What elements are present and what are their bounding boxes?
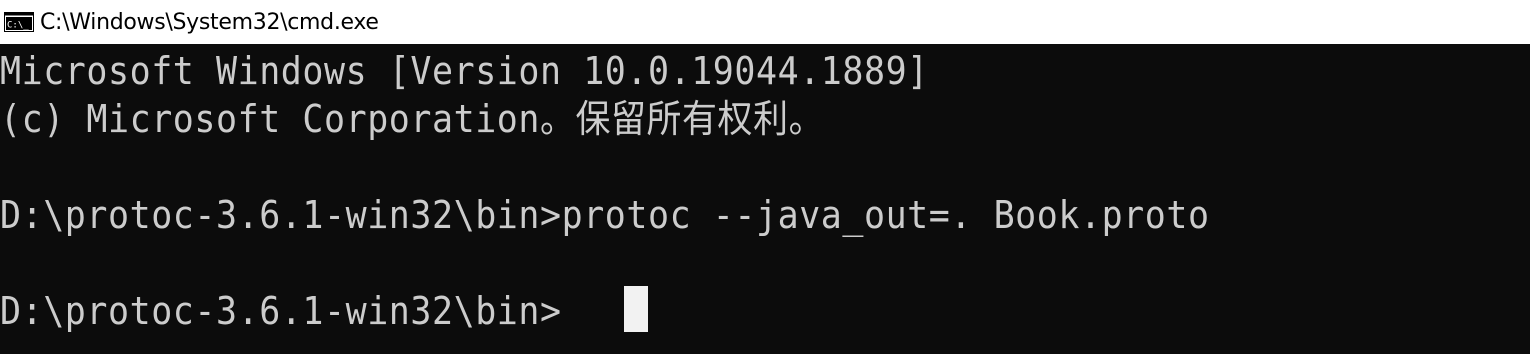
title-bar[interactable]: C:\_ C:\Windows\System32\cmd.exe bbox=[0, 0, 1530, 44]
cmd-window: C:\_ C:\Windows\System32\cmd.exe Microso… bbox=[0, 0, 1530, 354]
svg-text:C:\_: C:\_ bbox=[7, 21, 29, 31]
console-output[interactable]: Microsoft Windows [Version 10.0.19044.18… bbox=[0, 44, 1530, 354]
text-cursor bbox=[624, 286, 648, 332]
console-line-prompt: D:\protoc-3.6.1-win32\bin> bbox=[0, 289, 562, 333]
console-line-version: Microsoft Windows [Version 10.0.19044.18… bbox=[0, 49, 929, 93]
console-line-command: D:\protoc-3.6.1-win32\bin>protoc --java_… bbox=[0, 193, 1210, 237]
cmd-icon: C:\_ bbox=[4, 12, 34, 32]
console-line-copyright: (c) Microsoft Corporation。保留所有权利。 bbox=[0, 97, 825, 141]
window-title: C:\Windows\System32\cmd.exe bbox=[40, 9, 379, 35]
